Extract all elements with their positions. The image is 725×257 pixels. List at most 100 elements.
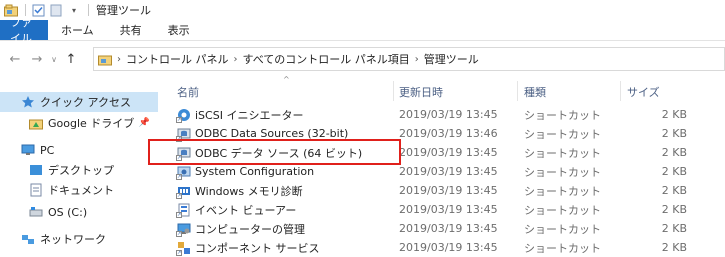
file-size: 2 KB [661, 203, 687, 216]
nav-label: PC [40, 143, 55, 157]
shortcut-arrow-icon: ↗ [176, 230, 182, 237]
tab-file[interactable]: ファイル [0, 16, 48, 45]
new-folder-icon[interactable] [48, 3, 64, 17]
nav-label: Google ドライブ [48, 117, 135, 130]
navigation-pane: クイック アクセス Google ドライブ 📌 PC デスクトップ ドキュメント… [0, 77, 165, 257]
file-type: ショートカット [524, 127, 601, 141]
chevron-right-icon[interactable]: › [117, 54, 121, 65]
breadcrumb-admin-tools[interactable]: 管理ツール [424, 51, 479, 67]
network-icon [20, 232, 36, 246]
chevron-right-icon[interactable]: › [234, 54, 238, 65]
file-size: 2 KB [661, 108, 687, 121]
tab-share[interactable]: 共有 [107, 20, 155, 40]
nav-item-quick-access[interactable]: クイック アクセス [0, 92, 158, 112]
file-modified: 2019/03/19 13:45 [399, 203, 498, 216]
iscsi-icon: ↗ [176, 108, 191, 123]
file-name: コンポーネント サービス [195, 241, 320, 255]
shortcut-arrow-icon: ↗ [176, 211, 182, 218]
window-title: 管理ツール [96, 4, 151, 17]
column-divider[interactable] [393, 81, 394, 101]
file-modified: 2019/03/19 13:45 [399, 222, 498, 235]
nav-item-desktop[interactable]: デスクトップ [0, 160, 158, 180]
shortcut-arrow-icon: ↗ [176, 192, 182, 199]
desktop-icon [28, 163, 44, 177]
shortcut-arrow-icon: ↗ [176, 173, 182, 180]
highlight-box [148, 139, 401, 165]
event-viewer-icon: ↗ [176, 203, 191, 218]
file-size: 2 KB [661, 184, 687, 197]
pin-icon[interactable]: 📌 [139, 118, 150, 128]
nav-label: ネットワーク [40, 233, 106, 246]
component-services-icon: ↗ [176, 241, 191, 256]
tab-view[interactable]: 表示 [155, 20, 203, 40]
title-bar: ▾ 管理ツール [0, 0, 725, 20]
nav-item-google-drive[interactable]: Google ドライブ 📌 [0, 113, 158, 133]
nav-item-documents[interactable]: ドキュメント [0, 180, 158, 200]
file-size: 2 KB [661, 146, 687, 159]
control-panel-icon [98, 53, 113, 66]
file-size: 2 KB [661, 127, 687, 140]
recent-locations-icon[interactable]: ∨ [48, 55, 60, 64]
column-header-modified[interactable]: 更新日時 [399, 83, 443, 101]
file-size: 2 KB [661, 241, 687, 254]
file-name-cell[interactable]: ↗ Windows メモリ診断 [176, 181, 303, 200]
ribbon-tabs: ファイル ホーム 共有 表示 [0, 16, 725, 45]
breadcrumb-control-panel[interactable]: コントロール パネル [126, 51, 229, 67]
file-name-cell[interactable]: ↗ iSCSI イニシエーター [176, 105, 304, 124]
file-name-cell[interactable]: ↗ イベント ビューアー [176, 200, 297, 219]
shortcut-arrow-icon: ↗ [176, 249, 182, 256]
file-modified: 2019/03/19 13:45 [399, 241, 498, 254]
forward-arrow-icon[interactable]: → [26, 52, 48, 67]
column-header-name[interactable]: 名前 [177, 83, 199, 101]
file-type: ショートカット [524, 222, 601, 236]
file-type: ショートカット [524, 146, 601, 160]
computer-management-icon: ↗ [176, 222, 191, 237]
file-row[interactable]: ↗ コンピューターの管理 2019/03/19 13:45 ショートカット 2 KB [165, 219, 725, 238]
file-type: ショートカット [524, 241, 601, 255]
file-size: 2 KB [661, 222, 687, 235]
file-row[interactable]: ↗ コンポーネント サービス 2019/03/19 13:45 ショートカット 2 KB [165, 238, 725, 257]
column-divider[interactable] [620, 81, 621, 101]
file-row[interactable]: ↗ イベント ビューアー 2019/03/19 13:45 ショートカット 2 KB [165, 200, 725, 219]
file-type: ショートカット [524, 203, 601, 217]
customize-toolbar-icon[interactable]: ▾ [66, 3, 82, 17]
memory-diagnostic-icon: ↗ [176, 184, 191, 199]
nav-item-pc[interactable]: PC [0, 140, 158, 160]
nav-item-network[interactable]: ネットワーク [0, 229, 158, 249]
file-row[interactable]: ↗ Windows メモリ診断 2019/03/19 13:45 ショートカット 2 K… [165, 181, 725, 200]
file-modified: 2019/03/19 13:45 [399, 165, 498, 178]
nav-label: デスクトップ [48, 164, 114, 177]
tab-home[interactable]: ホーム [48, 20, 107, 40]
file-name-cell[interactable]: ↗ コンピューターの管理 [176, 219, 305, 238]
star-icon [20, 95, 36, 109]
chevron-right-icon[interactable]: › [415, 54, 419, 65]
file-row[interactable]: ↗ iSCSI イニシエーター 2019/03/19 13:45 ショートカット 2 K… [165, 105, 725, 124]
address-bar[interactable]: › コントロール パネル › すべてのコントロール パネル項目 › 管理ツール [93, 47, 725, 71]
breadcrumb-all-items[interactable]: すべてのコントロール パネル項目 [243, 51, 410, 67]
google-drive-icon [28, 116, 44, 130]
nav-label: ドキュメント [48, 184, 114, 197]
file-list: ^ 名前 更新日時 種類 サイズ ↗ iSCSI イニシエーター 2019/03/1… [165, 75, 725, 257]
navigation-row: ← → ∨ ↑ › コントロール パネル › すべてのコントロール パネル項目 … [0, 41, 725, 77]
file-modified: 2019/03/19 13:46 [399, 127, 498, 140]
back-arrow-icon[interactable]: ← [4, 52, 26, 67]
separator [88, 4, 89, 16]
nav-item-os-drive[interactable]: OS (C:) [0, 202, 158, 222]
file-type: ショートカット [524, 184, 601, 198]
file-name: コンピューターの管理 [195, 222, 305, 236]
file-name: Windows メモリ診断 [195, 184, 303, 198]
nav-label: クイック アクセス [40, 96, 131, 109]
documents-icon [28, 183, 44, 197]
system-config-icon: ↗ [176, 165, 191, 180]
nav-label: OS (C:) [48, 205, 88, 219]
file-name: System Configuration [195, 165, 315, 178]
column-header-size[interactable]: サイズ [627, 83, 660, 101]
drive-icon [28, 205, 44, 219]
file-name-cell[interactable]: ↗ コンポーネント サービス [176, 238, 320, 257]
column-header-type[interactable]: 種類 [524, 83, 546, 101]
file-name: iSCSI イニシエーター [195, 108, 304, 122]
column-divider[interactable] [517, 81, 518, 101]
up-arrow-icon[interactable]: ↑ [60, 52, 82, 67]
file-name: イベント ビューアー [195, 203, 297, 217]
vertical-scrollbar[interactable] [711, 77, 725, 257]
